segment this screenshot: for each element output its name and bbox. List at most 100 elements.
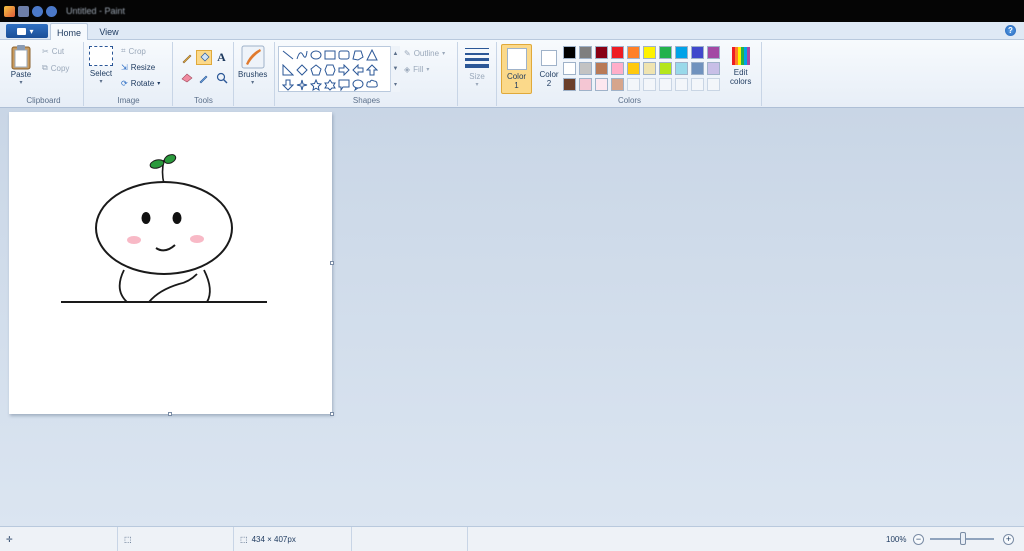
copy-button[interactable]: ⧉ Copy [42,61,69,75]
palette-custom-slot[interactable] [627,78,640,91]
resize-handle-corner[interactable] [330,412,334,416]
palette-swatch[interactable] [563,46,576,59]
palette-swatch[interactable] [595,62,608,75]
file-menu-button[interactable]: ▾ [6,24,48,38]
size-button[interactable]: Size ▾ [464,46,490,88]
ribbon: Paste ▾ ✂ Cut ⧉ Copy Clipboard Select ▾ … [0,40,1024,108]
chevron-down-icon: ▾ [19,80,23,86]
brushes-button[interactable]: Brushes ▾ [238,44,267,86]
rotate-button[interactable]: ⟳ Rotate ▾ [121,76,160,90]
pentagon-shape[interactable] [309,62,323,77]
palette-swatch[interactable] [675,62,688,75]
pencil-tool[interactable] [179,50,194,65]
right-triangle-shape[interactable] [281,62,295,77]
color1-button[interactable]: Color 1 [501,44,532,94]
palette-swatch[interactable] [595,46,608,59]
palette-swatch[interactable] [707,62,720,75]
down-arrow-shape[interactable] [281,77,295,92]
right-arrow-shape[interactable] [337,62,351,77]
rect-callout-shape[interactable] [337,77,351,92]
hexagon-shape[interactable] [323,62,337,77]
triangle-shape[interactable] [365,47,379,62]
expand-gallery-icon[interactable]: ▾ [394,81,397,88]
chevron-down-icon: ▾ [157,80,161,87]
palette-custom-slot[interactable] [643,78,656,91]
line-shape[interactable] [281,47,295,62]
palette-swatch[interactable] [579,62,592,75]
palette-swatch[interactable] [627,62,640,75]
magnifier-tool[interactable] [214,70,229,85]
palette-swatch[interactable] [595,78,608,91]
fill-tool[interactable] [196,50,212,65]
palette-swatch[interactable] [707,46,720,59]
palette-swatch[interactable] [659,62,672,75]
color2-button[interactable]: Color 2 [536,44,562,94]
eraser-tool[interactable] [179,70,194,85]
crop-button[interactable]: ⌗ Crop [121,44,146,58]
palette-custom-slot[interactable] [691,78,704,91]
redo-icon[interactable] [46,5,57,17]
palette-swatch[interactable] [643,46,656,59]
tab-view[interactable]: View [90,23,128,41]
palette-swatch[interactable] [643,62,656,75]
palette-swatch[interactable] [627,46,640,59]
canvas-workspace[interactable] [0,108,1024,526]
color-picker-tool[interactable] [196,70,211,85]
zoom-slider-thumb[interactable] [960,532,966,545]
palette-swatch[interactable] [563,62,576,75]
palette-custom-slot[interactable] [707,78,720,91]
palette-custom-slot[interactable] [659,78,672,91]
tab-home[interactable]: Home [50,23,88,41]
paint-app-icon[interactable] [4,5,15,17]
resize-button[interactable]: ⇲ Resize [121,60,155,74]
shapes-gallery-scroll[interactable]: ▲ ▼ ▾ [390,46,400,92]
zoom-in-button[interactable]: + [1003,534,1014,545]
fill-button[interactable]: ◈ Fill ▾ [404,62,429,76]
four-point-star-shape[interactable] [295,77,309,92]
palette-swatch[interactable] [691,46,704,59]
palette-swatch[interactable] [659,46,672,59]
rounded-rectangle-shape[interactable] [337,47,351,62]
resize-handle-right[interactable] [330,261,334,265]
cloud-callout-shape[interactable] [365,77,379,92]
fill-icon: ◈ [404,64,411,74]
six-point-star-shape[interactable] [323,77,337,92]
scroll-up-icon[interactable]: ▲ [393,51,399,57]
palette-custom-slot[interactable] [675,78,688,91]
help-icon[interactable]: ? [1005,25,1016,36]
palette-swatch[interactable] [611,62,624,75]
save-icon[interactable] [18,5,29,17]
palette-swatch[interactable] [579,46,592,59]
resize-handle-bottom[interactable] [168,412,172,416]
palette-swatch[interactable] [611,46,624,59]
palette-swatch[interactable] [579,78,592,91]
rectangle-shape[interactable] [323,47,337,62]
outline-button[interactable]: ✎ Outline ▾ [404,46,445,60]
cut-button[interactable]: ✂ Cut [42,44,64,58]
shapes-gallery[interactable] [278,46,396,92]
polygon-shape[interactable] [351,47,365,62]
selection-icon: ⬚ [124,535,132,544]
undo-icon[interactable] [32,5,43,17]
text-tool[interactable]: A [214,50,229,65]
palette-swatch[interactable] [611,78,624,91]
oval-callout-shape[interactable] [351,77,365,92]
edit-colors-button[interactable]: Edit colors [730,46,751,86]
curve-shape[interactable] [295,47,309,62]
zoom-out-button[interactable]: − [913,534,924,545]
paste-button[interactable]: Paste ▾ [10,44,32,86]
brushes-group: Brushes ▾ [235,42,275,106]
color-palette [563,46,721,92]
select-button[interactable]: Select ▾ [89,46,113,85]
oval-shape[interactable] [309,47,323,62]
diamond-shape[interactable] [295,62,309,77]
left-arrow-shape[interactable] [351,62,365,77]
palette-swatch[interactable] [563,78,576,91]
five-point-star-shape[interactable] [309,77,323,92]
scroll-down-icon[interactable]: ▼ [393,66,399,72]
image-size-icon: ⬚ [240,535,248,544]
palette-swatch[interactable] [691,62,704,75]
drawing-canvas[interactable] [9,112,334,416]
up-arrow-shape[interactable] [365,62,379,77]
palette-swatch[interactable] [675,46,688,59]
